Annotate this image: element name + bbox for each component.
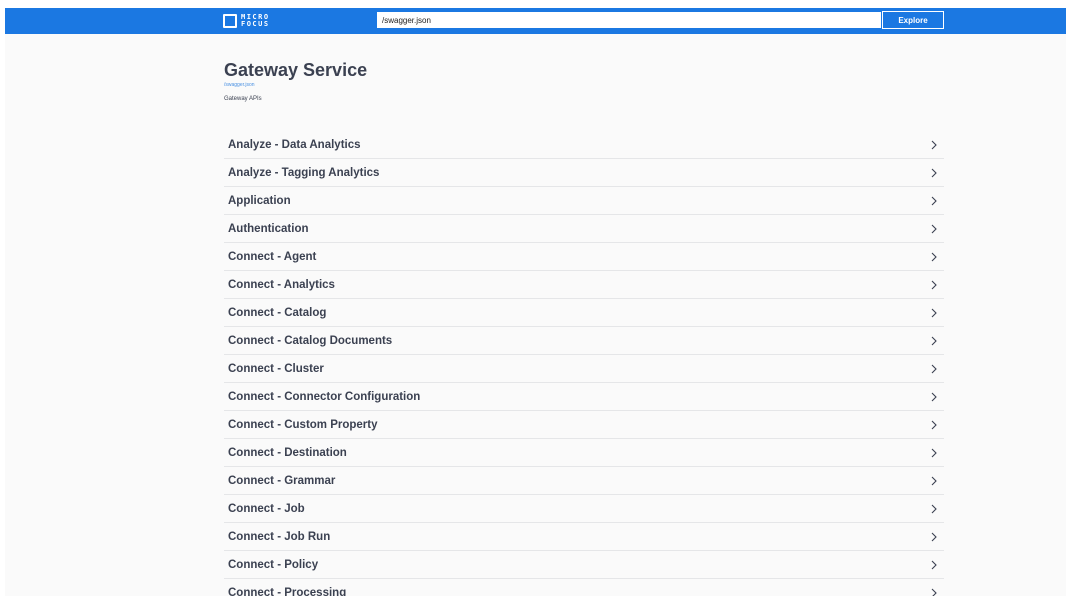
- spec-url-link[interactable]: /swagger.json: [224, 82, 367, 88]
- tag-section[interactable]: Connect - Job: [224, 495, 944, 523]
- tag-label: Authentication: [228, 222, 309, 235]
- chevron-right-icon[interactable]: [930, 476, 938, 486]
- tag-list: Analyze - Data Analytics Analyze - Taggin…: [224, 131, 944, 596]
- tag-label: Connect - Job: [228, 502, 305, 515]
- chevron-right-icon[interactable]: [930, 560, 938, 570]
- tag-section[interactable]: Connect - Connector Configuration: [224, 383, 944, 411]
- tag-section[interactable]: Connect - Grammar: [224, 467, 944, 495]
- tag-label: Analyze - Data Analytics: [228, 138, 361, 151]
- logo-text: MICRO FOCUS: [241, 14, 270, 28]
- chevron-right-icon[interactable]: [930, 532, 938, 542]
- chevron-right-icon[interactable]: [930, 448, 938, 458]
- tag-section[interactable]: Analyze - Data Analytics: [224, 131, 944, 159]
- tag-section[interactable]: Connect - Cluster: [224, 355, 944, 383]
- chevron-right-icon[interactable]: [930, 252, 938, 262]
- chevron-right-icon[interactable]: [930, 224, 938, 234]
- url-form: Explore: [376, 11, 944, 29]
- tag-section[interactable]: Connect - Destination: [224, 439, 944, 467]
- chevron-right-icon[interactable]: [930, 588, 938, 596]
- tag-section[interactable]: Connect - Job Run: [224, 523, 944, 551]
- explore-button[interactable]: Explore: [882, 11, 944, 29]
- chevron-right-icon[interactable]: [930, 308, 938, 318]
- tag-label: Connect - Destination: [228, 446, 347, 459]
- tag-section[interactable]: Connect - Analytics: [224, 271, 944, 299]
- tag-section[interactable]: Application: [224, 187, 944, 215]
- tag-label: Connect - Policy: [228, 558, 319, 571]
- tag-section[interactable]: Connect - Catalog Documents: [224, 327, 944, 355]
- tag-label: Connect - Agent: [228, 250, 317, 263]
- tag-section[interactable]: Connect - Policy: [224, 551, 944, 579]
- tag-label: Connect - Catalog: [228, 306, 327, 319]
- tag-label: Analyze - Tagging Analytics: [228, 166, 380, 179]
- tag-section[interactable]: Connect - Custom Property: [224, 411, 944, 439]
- micro-focus-logo[interactable]: MICRO FOCUS: [223, 12, 270, 30]
- tag-label: Connect - Catalog Documents: [228, 334, 393, 347]
- tag-label: Connect - Cluster: [228, 362, 324, 375]
- micro-focus-logo-icon: [223, 14, 237, 28]
- chevron-right-icon[interactable]: [930, 364, 938, 374]
- page-title: Gateway Service: [224, 60, 368, 80]
- tag-label: Connect - Custom Property: [228, 418, 378, 431]
- swagger-ui-page: MICRO FOCUS Explore Gateway Service /swa…: [5, 8, 1066, 596]
- tag-label: Connect - Processing: [228, 586, 347, 596]
- chevron-right-icon[interactable]: [930, 280, 938, 290]
- tag-section[interactable]: Connect - Processing: [224, 579, 944, 596]
- tag-label: Connect - Job Run: [228, 530, 331, 543]
- tag-label: Connect - Analytics: [228, 278, 335, 291]
- chevron-right-icon[interactable]: [930, 140, 938, 150]
- chevron-right-icon[interactable]: [930, 420, 938, 430]
- chevron-right-icon[interactable]: [930, 392, 938, 402]
- logo-text-line2: FOCUS: [241, 20, 270, 28]
- tag-section[interactable]: Authentication: [224, 215, 944, 243]
- api-description: Gateway APIs: [224, 96, 262, 102]
- topbar: MICRO FOCUS Explore: [5, 8, 1066, 34]
- tag-section[interactable]: Analyze - Tagging Analytics: [224, 159, 944, 187]
- tag-label: Application: [228, 194, 291, 207]
- chevron-right-icon[interactable]: [930, 196, 938, 206]
- spec-url-input[interactable]: [376, 11, 882, 29]
- tag-section[interactable]: Connect - Catalog: [224, 299, 944, 327]
- chevron-right-icon[interactable]: [930, 504, 938, 514]
- tag-section[interactable]: Connect - Agent: [224, 243, 944, 271]
- api-info: Gateway Service /swagger.json Gateway AP…: [224, 59, 367, 103]
- tag-label: Connect - Grammar: [228, 474, 336, 487]
- tag-label: Connect - Connector Configuration: [228, 390, 421, 403]
- chevron-right-icon[interactable]: [930, 336, 938, 346]
- chevron-right-icon[interactable]: [930, 168, 938, 178]
